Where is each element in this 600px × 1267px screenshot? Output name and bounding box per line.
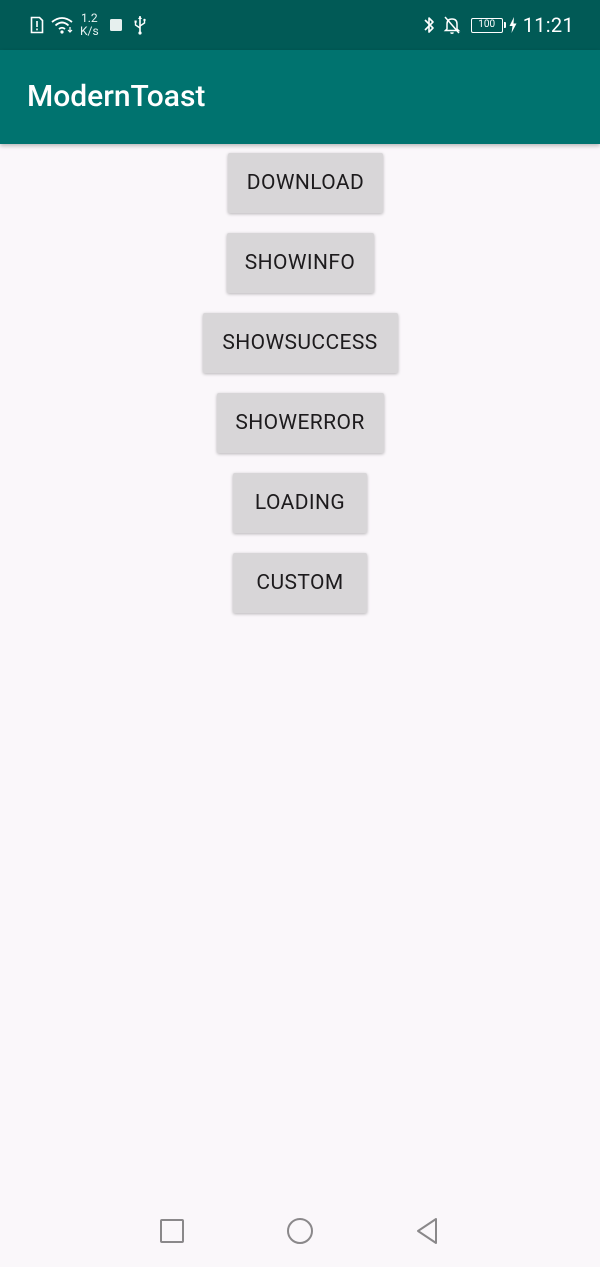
show-error-button[interactable]: SHOWERROR (216, 393, 384, 453)
charging-icon (509, 17, 517, 33)
network-speed-unit: K/s (80, 24, 99, 38)
show-success-button[interactable]: SHOWSUCCESS (202, 313, 398, 373)
recents-square-icon[interactable] (157, 1216, 187, 1246)
show-info-button[interactable]: SHOWINFO (226, 233, 374, 293)
button-list: DOWNLOAD SHOWINFO SHOWSUCCESS SHOWERROR … (0, 153, 600, 633)
status-bar: 1.2 K/s 100 11:21 (0, 0, 600, 50)
network-speed: 1.2 K/s (80, 12, 99, 38)
battery-level: 100 (478, 19, 496, 30)
app-bar: ModernToast (0, 50, 600, 144)
loading-button[interactable]: LOADING (233, 473, 367, 533)
back-triangle-icon[interactable] (412, 1216, 442, 1246)
status-bar-right: 100 11:21 (423, 0, 574, 50)
navigation-bar (0, 1195, 600, 1267)
home-circle-icon[interactable] (285, 1216, 315, 1246)
bluetooth-icon (423, 15, 435, 35)
notifications-off-icon (443, 15, 461, 35)
battery-icon: 100 (470, 17, 506, 33)
wifi-icon (50, 16, 74, 34)
notification-square-icon (109, 18, 123, 32)
status-time: 11:21 (522, 13, 574, 37)
usb-icon (133, 15, 147, 35)
custom-button[interactable]: CUSTOM (233, 553, 367, 613)
status-bar-left: 1.2 K/s (30, 0, 147, 50)
app-title: ModernToast (27, 79, 206, 114)
download-button[interactable]: DOWNLOAD (228, 153, 383, 213)
sim-card-icon (30, 16, 44, 34)
